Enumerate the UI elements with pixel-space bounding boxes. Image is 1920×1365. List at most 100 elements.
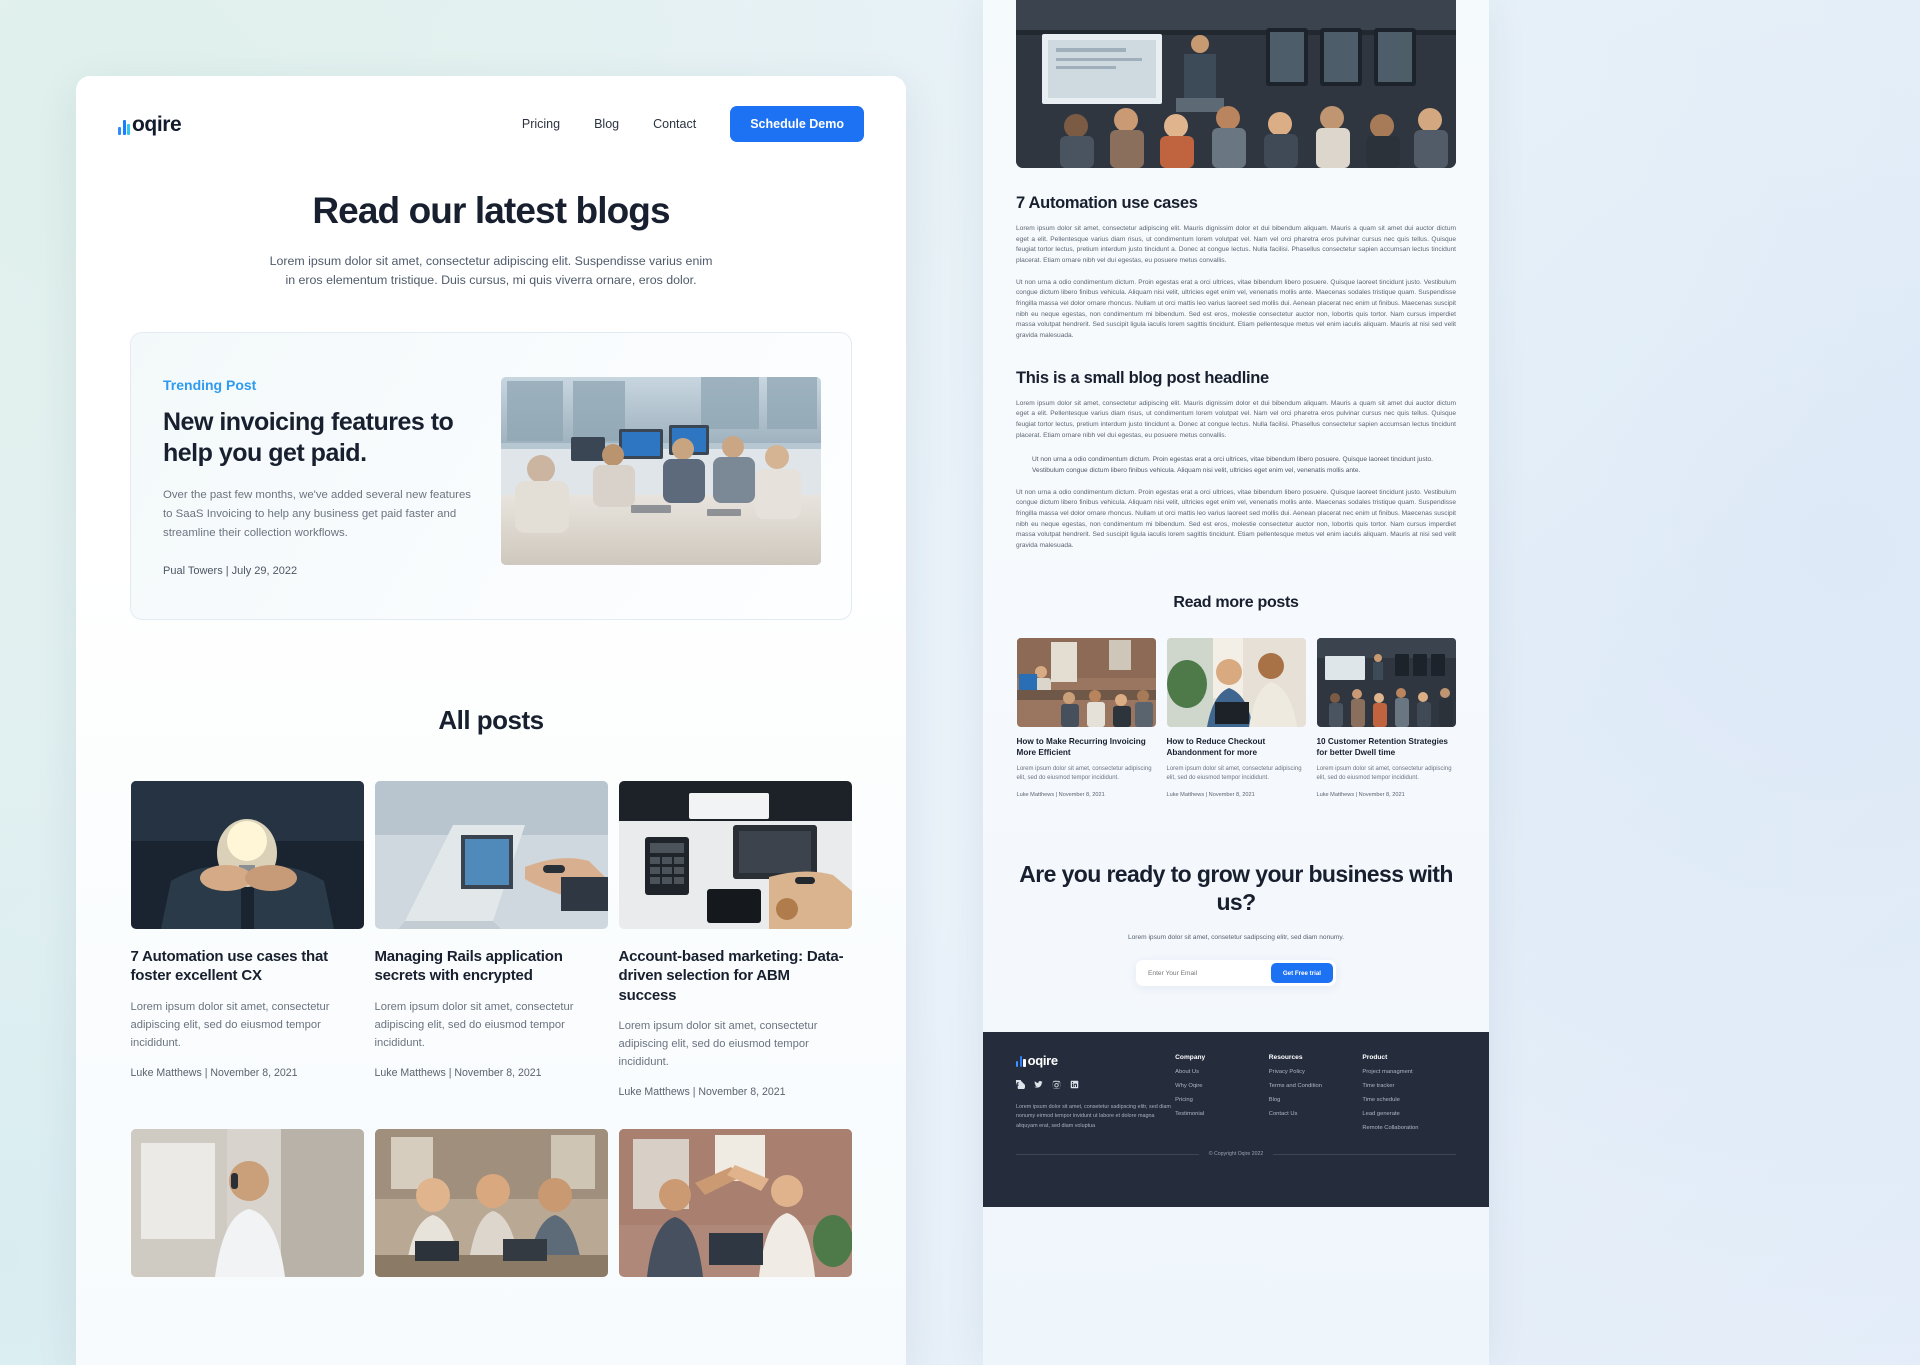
footer-link[interactable]: Time schedule (1362, 1097, 1456, 1103)
cta-subtitle: Lorem ipsum dolor sit amet, consetetur s… (1127, 934, 1345, 941)
read-more-card-meta: Luke Matthews | November 8, 2021 (1016, 791, 1105, 798)
footer-link[interactable]: Testimonial (1175, 1111, 1269, 1117)
blog-detail-page: 7 Automation use cases Lorem ipsum dolor… (983, 0, 1489, 1365)
nav-link-contact[interactable]: Contact (653, 117, 696, 131)
schedule-demo-button[interactable]: Schedule Demo (730, 106, 864, 142)
footer-link[interactable]: Privacy Policy (1269, 1069, 1363, 1075)
footer-link[interactable]: Pricing (1175, 1097, 1269, 1103)
footer-column-heading: Company (1175, 1054, 1206, 1061)
article-heading: 7 Automation use cases (1016, 194, 1198, 212)
post-card-meta: Luke Matthews | November 8, 2021 (374, 1066, 542, 1079)
footer-link[interactable]: Contact Us (1269, 1111, 1363, 1117)
post-card[interactable]: 7 Automation use cases that foster excel… (130, 780, 364, 1098)
nav-link-blog[interactable]: Blog (594, 117, 619, 131)
read-more-card-title: How to Reduce Checkout Abandonment for m… (1166, 736, 1266, 757)
cta-title: Are you ready to grow your business with… (1019, 860, 1453, 916)
read-more-card-excerpt: Lorem ipsum dolor sit amet, consectetur … (1166, 765, 1302, 782)
blog-listing-page: oqire Pricing Blog Contact Schedule Demo… (76, 76, 906, 1365)
post-card-meta: Luke Matthews | November 8, 2021 (130, 1066, 298, 1079)
post-card-image (374, 1129, 608, 1278)
footer-link[interactable]: Time tracker (1362, 1083, 1456, 1089)
instagram-icon[interactable] (1052, 1076, 1061, 1094)
footer-link[interactable]: Lead generate (1362, 1111, 1456, 1117)
post-card[interactable] (618, 1129, 852, 1278)
all-posts-title: All posts (438, 704, 544, 735)
footer-description: Lorem ipsum dolor sit amet, consetetur s… (1016, 1104, 1171, 1129)
footer-column-company: Company About Us Why Oqire Pricing Testi… (1175, 1054, 1269, 1131)
nav-link-pricing[interactable]: Pricing (522, 117, 560, 131)
footer-column-product: Product Project managment Time tracker T… (1362, 1054, 1456, 1131)
cta-section: Are you ready to grow your business with… (983, 860, 1489, 1033)
post-card-image (618, 1129, 852, 1278)
logo[interactable]: oqire (118, 112, 182, 136)
post-card-excerpt: Lorem ipsum dolor sit amet, consectetur … (618, 1020, 818, 1069)
footer-bottom: © Copyright Oqire 2022 (1016, 1151, 1457, 1158)
footer-logo[interactable]: oqire (1016, 1054, 1175, 1067)
get-free-trial-button[interactable]: Get Free trial (1270, 963, 1333, 983)
footer-link[interactable]: Terms and Condition (1269, 1083, 1363, 1089)
bar-chart-icon (118, 119, 130, 135)
nav-links: Pricing Blog Contact Schedule Demo (522, 106, 864, 142)
read-more-card-image (1316, 637, 1456, 727)
read-more-card-meta: Luke Matthews | November 8, 2021 (1316, 791, 1405, 798)
social-links (1013, 1076, 1175, 1094)
post-card[interactable] (374, 1129, 608, 1278)
post-card-title: Managing Rails application secrets with … (374, 947, 563, 985)
linkedin-icon[interactable] (1070, 1076, 1079, 1094)
footer-column-heading: Resources (1268, 1054, 1303, 1061)
read-more-card[interactable]: 10 Customer Retention Strategies for bet… (1316, 637, 1456, 798)
twitter-icon[interactable] (1034, 1076, 1043, 1094)
footer-link[interactable]: Remote Collaboration (1362, 1125, 1456, 1131)
footer-top: oqire Lorem ipsum dolor sit amet, conset… (1013, 1054, 1456, 1131)
post-card-image (130, 1129, 364, 1278)
article-paragraph: Lorem ipsum dolor sit amet, consectetur … (1016, 399, 1456, 439)
read-more-card-image (1166, 637, 1306, 727)
email-input[interactable] (1139, 969, 1271, 977)
article-subheading: This is a small blog post headline (1016, 368, 1269, 387)
footer-column-resources: Resources Privacy Policy Terms and Condi… (1269, 1054, 1363, 1131)
divider (1273, 1153, 1457, 1155)
post-card-image (374, 780, 608, 929)
article-paragraph: Ut non urna a odio condimentum dictum. P… (1016, 278, 1456, 340)
read-more-card[interactable]: How to Make Recurring Invoicing More Eff… (1016, 637, 1156, 798)
read-more-card-excerpt: Lorem ipsum dolor sit amet, consectetur … (1316, 765, 1452, 782)
trending-badge: Trending Post (163, 377, 257, 394)
bar-chart-icon (1016, 1056, 1026, 1067)
footer-link[interactable]: Project managment (1362, 1069, 1456, 1075)
post-card[interactable]: Account-based marketing: Data-driven sel… (618, 780, 852, 1099)
hero-subtitle: Lorem ipsum dolor sit amet, consectetur … (269, 254, 713, 288)
site-navbar: oqire Pricing Blog Contact Schedule Demo (76, 98, 906, 150)
cta-signup-form: Get Free trial (1136, 960, 1336, 986)
trending-post-card[interactable]: Trending Post New invoicing features to … (130, 332, 852, 620)
read-more-title: Read more posts (1173, 593, 1299, 611)
trending-post-title: New invoicing features to help you get p… (163, 408, 454, 467)
post-card-image (130, 780, 364, 929)
post-card[interactable]: Managing Rails application secrets with … (374, 780, 608, 1098)
article-blockquote: Ut non urna a odio condimentum dictum. P… (1032, 456, 1433, 475)
post-card-title: 7 Automation use cases that foster excel… (130, 947, 329, 985)
hero-section: Read our latest blogs Lorem ipsum dolor … (76, 190, 906, 290)
footer-column-heading: Product (1362, 1054, 1388, 1061)
read-more-card[interactable]: How to Reduce Checkout Abandonment for m… (1166, 637, 1306, 798)
logo-text: oqire (132, 112, 182, 136)
article-paragraph: Ut non urna a odio condimentum dictum. P… (1016, 488, 1456, 550)
post-card[interactable] (130, 1129, 364, 1278)
read-more-card-image (1016, 637, 1156, 727)
footer-link[interactable]: Why Oqire (1175, 1083, 1269, 1089)
post-card-excerpt: Lorem ipsum dolor sit amet, consectetur … (130, 1000, 330, 1049)
read-more-card-title: 10 Customer Retention Strategies for bet… (1316, 736, 1449, 757)
footer-link[interactable]: About Us (1175, 1069, 1269, 1075)
post-card-meta: Luke Matthews | November 8, 2021 (618, 1086, 786, 1099)
all-posts-grid: 7 Automation use cases that foster excel… (76, 780, 906, 1099)
divider (1016, 1153, 1199, 1155)
read-more-card-excerpt: Lorem ipsum dolor sit amet, consectetur … (1016, 765, 1152, 782)
post-card-excerpt: Lorem ipsum dolor sit amet, consectetur … (374, 1000, 574, 1049)
post-card-title: Account-based marketing: Data-driven sel… (618, 947, 844, 1004)
all-posts-grid-row-2 (76, 1129, 906, 1278)
read-more-grid: How to Make Recurring Invoicing More Eff… (983, 637, 1489, 798)
footer-link[interactable]: Blog (1269, 1097, 1363, 1103)
footer-logo-text: oqire (1027, 1053, 1059, 1068)
copyright: © Copyright Oqire 2022 (1208, 1151, 1264, 1158)
article-body: 7 Automation use cases Lorem ipsum dolor… (983, 168, 1489, 552)
facebook-icon[interactable] (1013, 1076, 1026, 1094)
